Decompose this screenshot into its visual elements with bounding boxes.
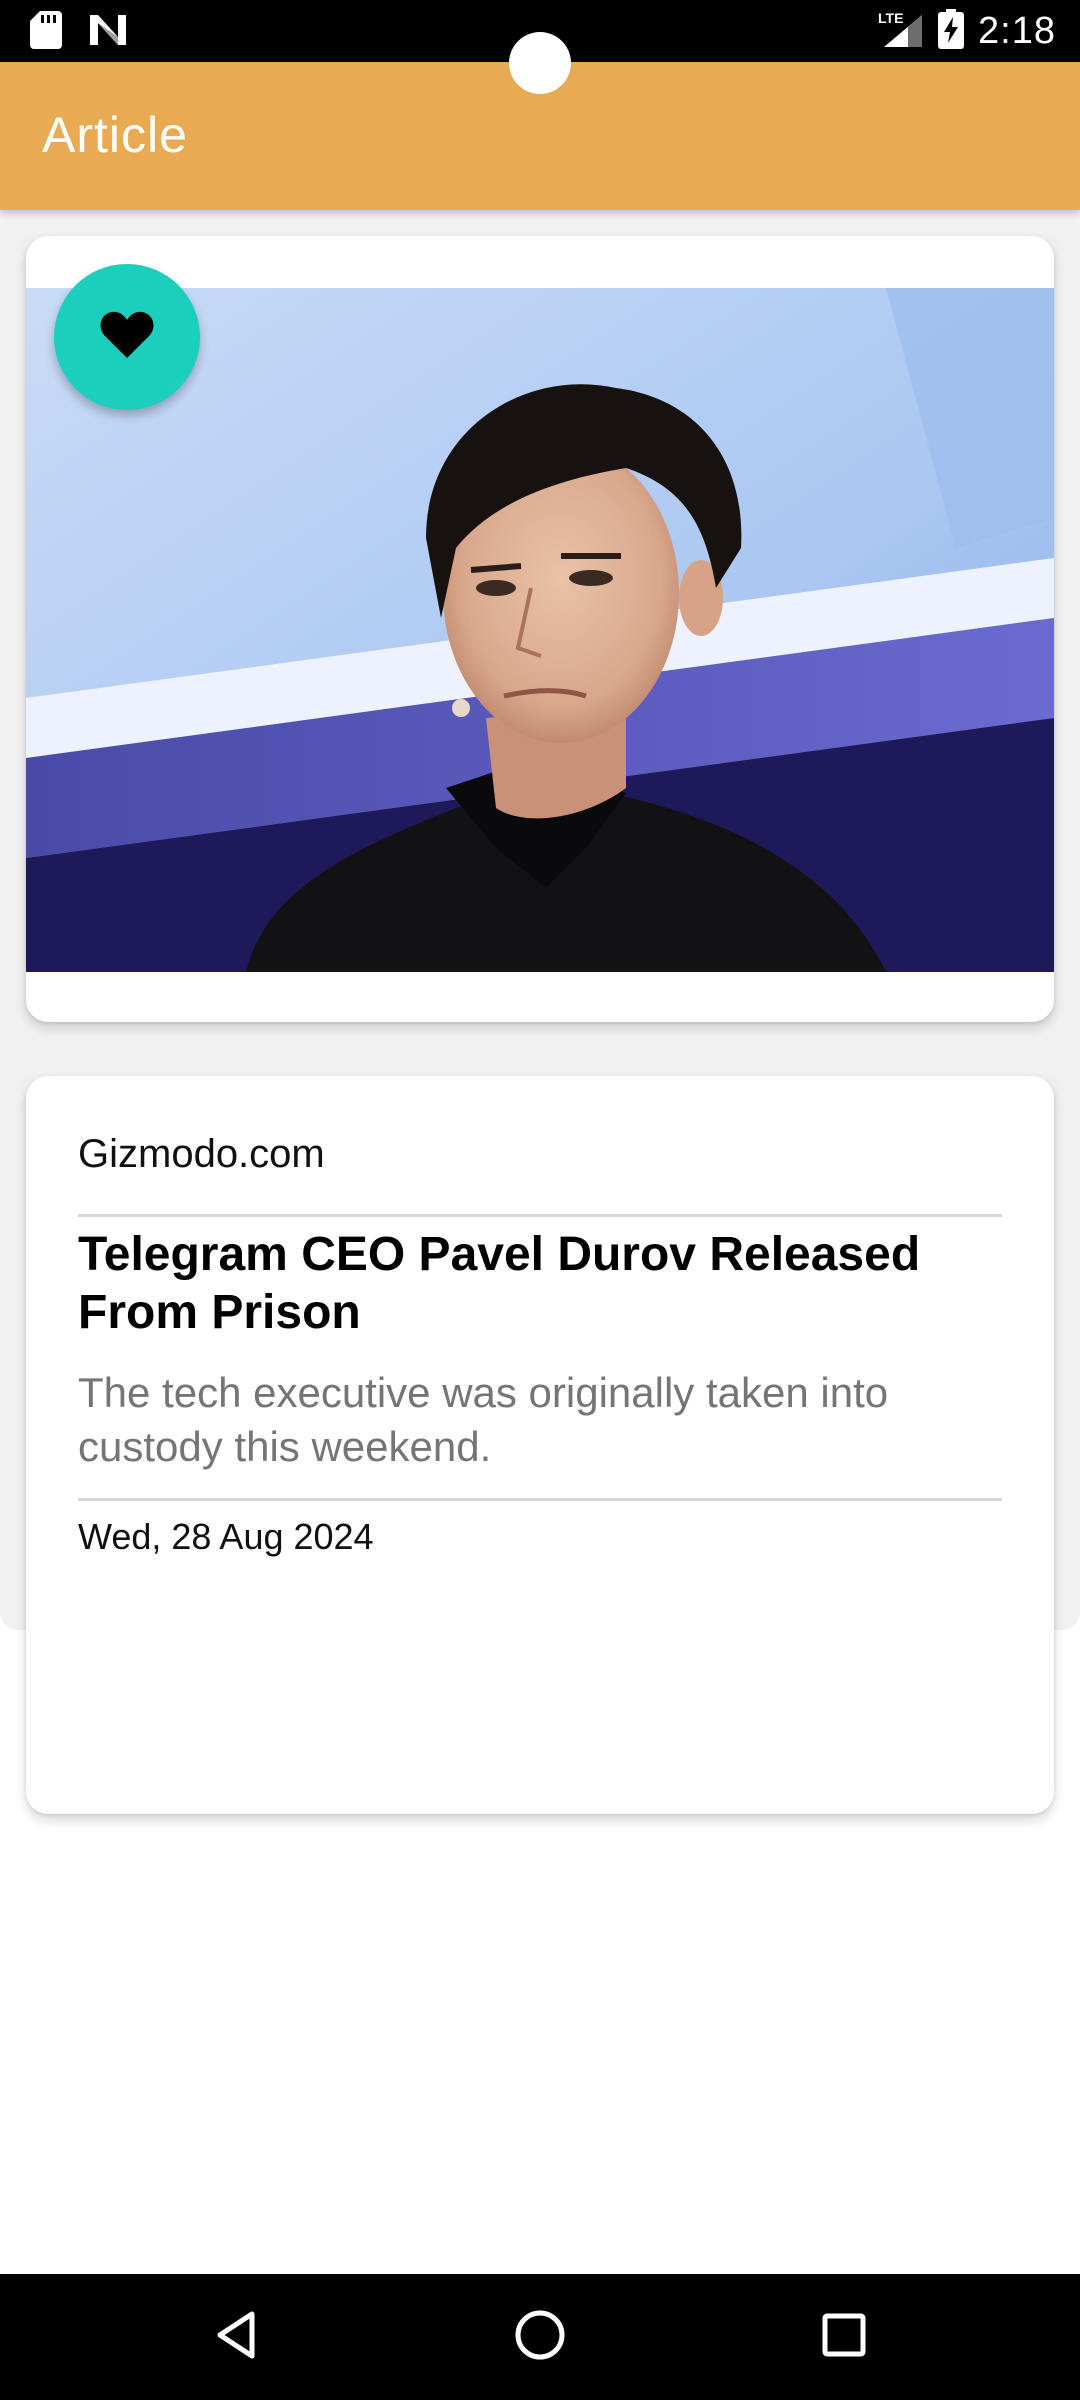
home-icon [514, 2309, 566, 2366]
article-title: Telegram CEO Pavel Durov Released From P… [78, 1228, 921, 1339]
status-time: 2:18 [978, 9, 1056, 52]
page-title: Article [42, 107, 188, 163]
status-right-icons: LTE 2:18 [878, 8, 1056, 54]
article-date: Wed, 28 Aug 2024 [78, 1516, 374, 1557]
svg-text:LTE: LTE [878, 10, 903, 26]
divider [78, 1214, 1002, 1217]
image-card [26, 236, 1054, 1022]
home-button[interactable] [500, 2297, 580, 2377]
sd-card-icon [30, 10, 62, 54]
article-image [26, 288, 1054, 972]
n-logo-icon [88, 13, 128, 52]
recents-button[interactable] [804, 2297, 884, 2377]
navigation-bar [0, 2274, 1080, 2400]
lte-signal-icon: LTE [878, 9, 924, 54]
article-info-card[interactable]: Gizmodo.com Telegram CEO Pavel Durov Rel… [26, 1076, 1054, 1814]
article-source: Gizmodo.com [78, 1132, 325, 1176]
recents-icon [821, 2312, 867, 2363]
article-description: The tech executive was originally taken … [78, 1369, 889, 1470]
divider [78, 1498, 1002, 1501]
status-left-icons [30, 10, 128, 54]
battery-charging-icon [938, 8, 965, 54]
back-icon [214, 2310, 258, 2365]
back-button[interactable] [196, 2297, 276, 2377]
heart-icon [99, 310, 155, 365]
status-bar: LTE 2:18 [0, 0, 1080, 94]
favorite-button[interactable] [54, 264, 200, 410]
article-content: Gizmodo.com Telegram CEO Pavel Durov Rel… [0, 210, 1080, 1814]
camera-cutout [509, 32, 571, 94]
